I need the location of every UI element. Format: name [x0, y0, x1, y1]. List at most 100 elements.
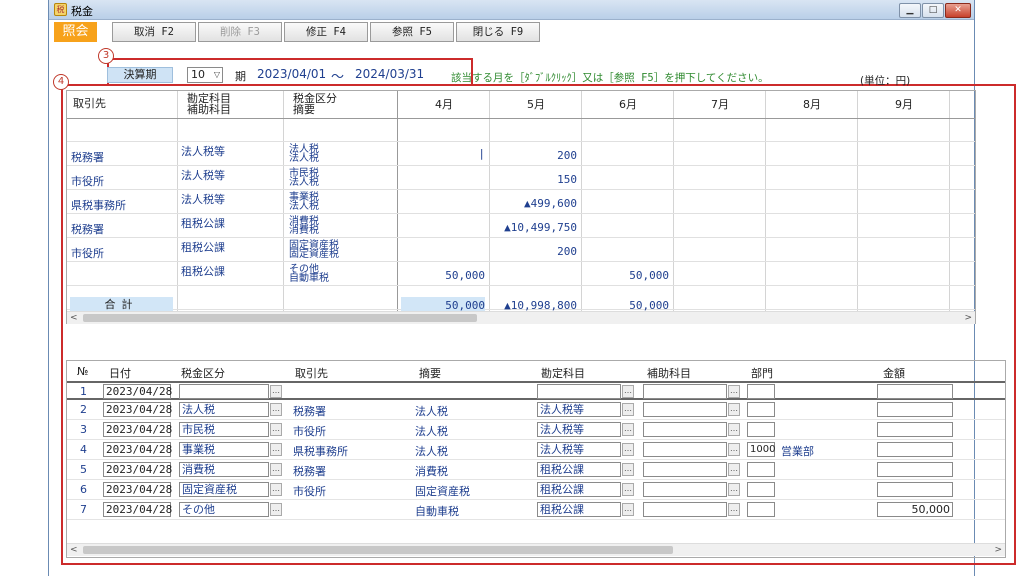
date-field[interactable]: 2023/04/28 — [103, 422, 172, 437]
department-field[interactable] — [747, 402, 775, 417]
tax-class-lookup-button[interactable]: … — [270, 403, 282, 416]
department-field[interactable]: 1000 — [747, 442, 775, 457]
sub-account-lookup-button[interactable]: … — [728, 503, 740, 516]
tax-class-lookup-button[interactable]: … — [270, 503, 282, 516]
tax-class-field[interactable]: 事業税 — [179, 442, 269, 457]
summary-may[interactable]: 200 — [489, 149, 577, 162]
sub-account-field[interactable] — [643, 462, 727, 477]
header-month-jul[interactable]: 7月 — [711, 99, 729, 110]
scroll-right-icon[interactable]: > — [994, 544, 1002, 557]
amount-field[interactable] — [877, 442, 953, 457]
sub-account-lookup-button[interactable]: … — [728, 385, 740, 398]
summary-may[interactable]: ▲499,600 — [489, 197, 577, 210]
period-select[interactable]: 10 ▽ — [187, 67, 223, 83]
department-field[interactable] — [747, 462, 775, 477]
summary-may[interactable]: 150 — [489, 173, 577, 186]
tax-class-field[interactable]: 消費税 — [179, 462, 269, 477]
tax-class-field[interactable] — [179, 384, 269, 399]
account-field[interactable]: 法人税等 — [537, 422, 621, 437]
date-field[interactable]: 2023/04/28 — [103, 462, 172, 477]
scrollbar-thumb[interactable] — [83, 314, 477, 322]
date-field[interactable]: 2023/04/28 — [103, 442, 172, 457]
account-field[interactable]: 法人税等 — [537, 402, 621, 417]
header-month-sep[interactable]: 9月 — [895, 99, 913, 110]
account-lookup-button[interactable]: … — [622, 385, 634, 398]
delete-button[interactable]: 削除 F3 — [198, 22, 282, 42]
header-month-may[interactable]: 5月 — [527, 99, 545, 110]
sub-account-lookup-button[interactable]: … — [728, 443, 740, 456]
header-month-aug[interactable]: 8月 — [803, 99, 821, 110]
detail-horizontal-scrollbar[interactable]: < > — [67, 543, 1005, 556]
detail-row[interactable]: 2 2023/04/28 法人税 … 税務署 法人税 法人税等 … … — [67, 401, 1005, 420]
tax-class-lookup-button[interactable]: … — [270, 463, 282, 476]
account-lookup-button[interactable]: … — [622, 443, 634, 456]
scroll-left-icon[interactable]: < — [70, 544, 78, 557]
date-field[interactable]: 2023/04/28 — [103, 402, 172, 417]
date-field[interactable]: 2023/04/28 — [103, 384, 172, 399]
tax-class-field[interactable]: 固定資産税 — [179, 482, 269, 497]
tax-class-lookup-button[interactable]: … — [270, 443, 282, 456]
sub-account-field[interactable] — [643, 402, 727, 417]
sub-account-lookup-button[interactable]: … — [728, 423, 740, 436]
minimize-button[interactable]: ▁ — [899, 3, 921, 18]
sub-account-lookup-button[interactable]: … — [728, 403, 740, 416]
detail-row[interactable]: 6 2023/04/28 固定資産税 … 市役所 固定資産税 租税公課 … … — [67, 481, 1005, 500]
amount-field[interactable]: 50,000 — [877, 502, 953, 517]
account-field[interactable]: 租税公課 — [537, 462, 621, 477]
tax-class-lookup-button[interactable]: … — [270, 483, 282, 496]
detail-row[interactable]: 7 2023/04/28 その他 … 自動車税 租税公課 … … 50,000 — [67, 501, 1005, 520]
monthly-summary-grid[interactable]: 取引先 勘定科目 補助科目 税金区分 摘要 4月 5月 6月 7月 8月 9月 … — [66, 90, 976, 324]
sub-account-field[interactable] — [643, 422, 727, 437]
account-field[interactable]: 法人税等 — [537, 442, 621, 457]
amount-field[interactable] — [877, 422, 953, 437]
department-field[interactable] — [747, 482, 775, 497]
tax-class-field[interactable]: その他 — [179, 502, 269, 517]
amount-field[interactable] — [877, 462, 953, 477]
header-month-jun[interactable]: 6月 — [619, 99, 637, 110]
amount-field[interactable] — [877, 384, 953, 399]
detail-grid[interactable]: № 日付 税金区分 取引先 摘要 勘定科目 補助科目 部門 金額 1 2023/… — [66, 360, 1006, 558]
header-month-apr[interactable]: 4月 — [435, 99, 453, 110]
sub-account-lookup-button[interactable]: … — [728, 463, 740, 476]
account-lookup-button[interactable]: … — [622, 503, 634, 516]
scrollbar-thumb[interactable] — [83, 546, 673, 554]
tax-class-lookup-button[interactable]: … — [270, 423, 282, 436]
sub-account-field[interactable] — [643, 502, 727, 517]
tax-class-field[interactable]: 市民税 — [179, 422, 269, 437]
account-field[interactable] — [537, 384, 621, 399]
summary-may[interactable]: ▲10,499,750 — [489, 221, 577, 234]
tax-class-lookup-button[interactable]: … — [270, 385, 282, 398]
scroll-left-icon[interactable]: < — [70, 312, 78, 325]
detail-row[interactable]: 5 2023/04/28 消費税 … 税務署 消費税 租税公課 … … — [67, 461, 1005, 480]
sub-account-field[interactable] — [643, 384, 727, 399]
department-field[interactable] — [747, 384, 775, 399]
tax-class-field[interactable]: 法人税 — [179, 402, 269, 417]
cancel-button[interactable]: 取消 F2 — [112, 22, 196, 42]
summary-jun[interactable]: 50,000 — [581, 269, 669, 282]
date-field[interactable]: 2023/04/28 — [103, 482, 172, 497]
account-lookup-button[interactable]: … — [622, 463, 634, 476]
date-field[interactable]: 2023/04/28 — [103, 502, 172, 517]
summary-apr[interactable]: | — [397, 147, 485, 160]
reference-button[interactable]: 参照 F5 — [370, 22, 454, 42]
account-lookup-button[interactable]: … — [622, 423, 634, 436]
close-form-button[interactable]: 閉じる F9 — [456, 22, 540, 42]
amount-field[interactable] — [877, 402, 953, 417]
close-button[interactable]: ✕ — [945, 3, 971, 18]
detail-row[interactable]: 1 2023/04/28 … … … — [67, 381, 1005, 400]
detail-row[interactable]: 3 2023/04/28 市民税 … 市役所 法人税 法人税等 … … — [67, 421, 1005, 440]
summary-may[interactable]: 200 — [489, 245, 577, 258]
edit-button[interactable]: 修正 F4 — [284, 22, 368, 42]
scroll-right-icon[interactable]: > — [964, 312, 972, 325]
summary-horizontal-scrollbar[interactable]: < > — [67, 311, 975, 324]
account-lookup-button[interactable]: … — [622, 403, 634, 416]
account-field[interactable]: 租税公課 — [537, 482, 621, 497]
sub-account-field[interactable] — [643, 482, 727, 497]
amount-field[interactable] — [877, 482, 953, 497]
sub-account-lookup-button[interactable]: … — [728, 483, 740, 496]
detail-row[interactable]: 4 2023/04/28 事業税 … 県税事務所 法人税 法人税等 … … 10… — [67, 441, 1005, 460]
department-field[interactable] — [747, 422, 775, 437]
summary-apr[interactable]: 50,000 — [397, 269, 485, 282]
department-field[interactable] — [747, 502, 775, 517]
sub-account-field[interactable] — [643, 442, 727, 457]
